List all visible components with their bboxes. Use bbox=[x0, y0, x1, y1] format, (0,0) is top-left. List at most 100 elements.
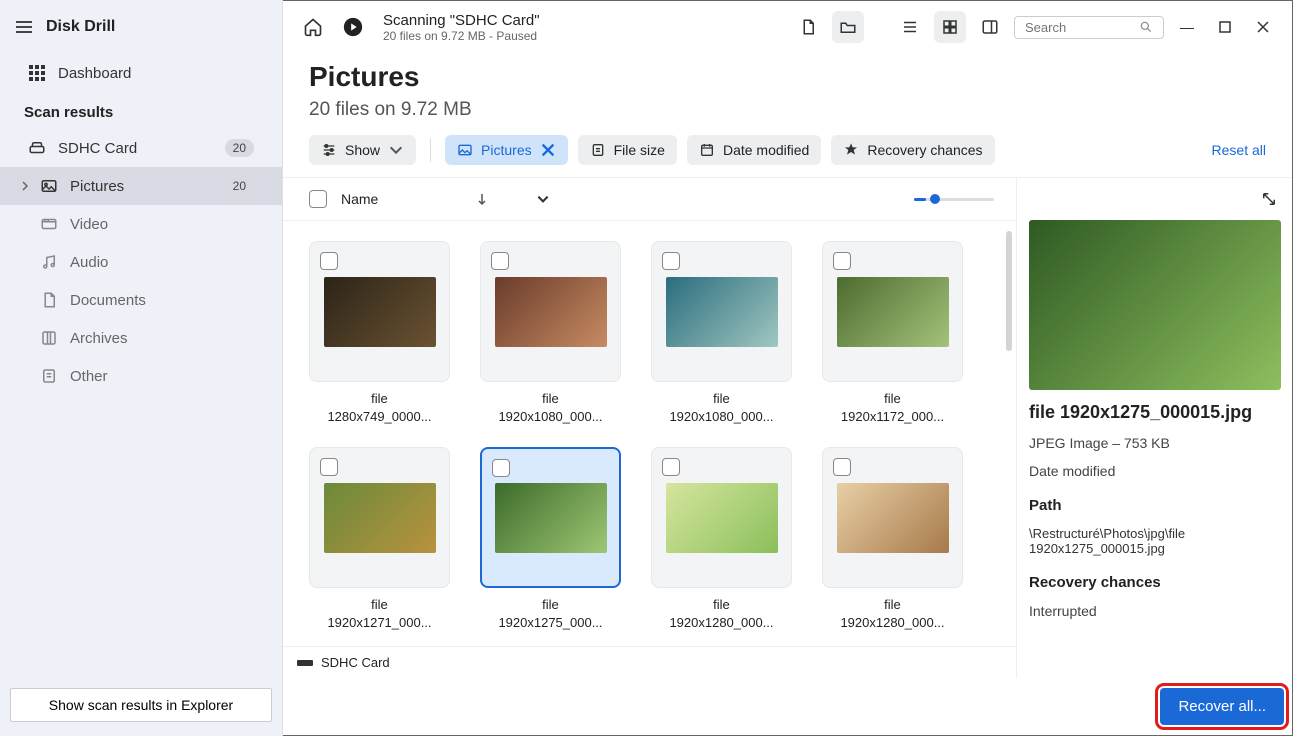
search-box[interactable] bbox=[1014, 16, 1164, 39]
preview-date-label: Date modified bbox=[1029, 463, 1282, 479]
search-input[interactable] bbox=[1025, 20, 1133, 35]
device-icon bbox=[297, 657, 313, 669]
chip-label: Date modified bbox=[723, 142, 809, 158]
main: Scanning "SDHC Card" 20 files on 9.72 MB… bbox=[283, 0, 1293, 736]
expand-icon[interactable] bbox=[1260, 190, 1278, 208]
file-name: file bbox=[542, 391, 559, 406]
other-icon bbox=[40, 367, 58, 385]
chevron-right-icon bbox=[20, 181, 30, 191]
status-title: Scanning "SDHC Card" bbox=[383, 12, 540, 29]
show-chip[interactable]: Show bbox=[309, 135, 416, 165]
zoom-slider[interactable] bbox=[914, 198, 994, 201]
thumbnail-image bbox=[666, 277, 778, 347]
grid-item[interactable]: file 1920x1080_000... bbox=[651, 241, 792, 425]
grid-item[interactable]: file1920x1280_000... bbox=[651, 447, 792, 631]
calendar-icon bbox=[699, 142, 715, 158]
document-icon bbox=[40, 291, 58, 309]
file-icon-button[interactable] bbox=[792, 11, 824, 43]
archive-icon bbox=[40, 329, 58, 347]
sidebar-item-other[interactable]: Other bbox=[0, 357, 282, 395]
status-subtitle: 20 files on 9.72 MB - Paused bbox=[383, 29, 540, 43]
sidebar: Disk Drill Dashboard Scan results SDHC C… bbox=[0, 0, 283, 736]
sidebar-item-pictures[interactable]: Pictures 20 bbox=[0, 167, 282, 205]
item-checkbox[interactable] bbox=[833, 458, 851, 476]
sidebar-item-video[interactable]: Video bbox=[0, 205, 282, 243]
close-button[interactable] bbox=[1248, 12, 1278, 42]
grid-item[interactable]: file1920x1280_000... bbox=[822, 447, 963, 631]
minimize-button[interactable]: — bbox=[1172, 12, 1202, 42]
chip-label: File size bbox=[614, 142, 665, 158]
menu-icon[interactable] bbox=[16, 21, 32, 33]
preview-panel: file 1920x1275_000015.jpg JPEG Image – 7… bbox=[1016, 178, 1292, 678]
thumbnail-image bbox=[837, 277, 949, 347]
file-name: 1280x749_0000... bbox=[327, 409, 431, 424]
grid-view-button[interactable] bbox=[934, 11, 966, 43]
scrollbar[interactable] bbox=[1006, 231, 1012, 351]
reset-all-link[interactable]: Reset all bbox=[1212, 142, 1266, 158]
grid-item[interactable]: file 1280x749_0000... bbox=[309, 241, 450, 425]
grid-item[interactable]: file1920x1080_000... bbox=[480, 241, 621, 425]
sidebar-item-label: Documents bbox=[70, 292, 146, 309]
file-name: 1920x1080_000... bbox=[669, 409, 773, 424]
folder-icon-button[interactable] bbox=[832, 11, 864, 43]
sidebar-item-documents[interactable]: Documents bbox=[0, 281, 282, 319]
sidebar-item-label: Audio bbox=[70, 254, 108, 271]
app-title: Disk Drill bbox=[46, 18, 115, 36]
file-name: file bbox=[371, 391, 388, 406]
item-checkbox[interactable] bbox=[833, 252, 851, 270]
sidebar-item-audio[interactable]: Audio bbox=[0, 243, 282, 281]
page-subtitle: 20 files on 9.72 MB bbox=[309, 99, 1266, 121]
item-checkbox[interactable] bbox=[662, 458, 680, 476]
sidebar-item-label: Video bbox=[70, 216, 108, 233]
device-label: SDHC Card bbox=[321, 655, 390, 670]
sidebar-item-archives[interactable]: Archives bbox=[0, 319, 282, 357]
item-checkbox[interactable] bbox=[320, 458, 338, 476]
maximize-button[interactable] bbox=[1210, 12, 1240, 42]
topbar: Scanning "SDHC Card" 20 files on 9.72 MB… bbox=[283, 1, 1292, 53]
select-all-checkbox[interactable] bbox=[309, 190, 327, 208]
grid-item[interactable]: file1920x1172_000... bbox=[822, 241, 963, 425]
preview-rc-label: Recovery chances bbox=[1029, 574, 1282, 591]
sidebar-item-dashboard[interactable]: Dashboard bbox=[0, 54, 282, 92]
item-checkbox[interactable] bbox=[491, 252, 509, 270]
picture-icon bbox=[457, 142, 473, 158]
show-explorer-button[interactable]: Show scan results in Explorer bbox=[10, 688, 272, 722]
file-name: file bbox=[713, 391, 730, 406]
sidebar-section-title: Scan results bbox=[0, 92, 282, 129]
recovery-chip[interactable]: Recovery chances bbox=[831, 135, 994, 165]
sidebar-item-label: Archives bbox=[70, 330, 128, 347]
preview-image bbox=[1029, 220, 1281, 390]
item-checkbox[interactable] bbox=[320, 252, 338, 270]
picture-icon bbox=[40, 177, 58, 195]
play-button[interactable] bbox=[337, 11, 369, 43]
home-button[interactable] bbox=[297, 11, 329, 43]
video-icon bbox=[40, 215, 58, 233]
search-icon bbox=[1139, 20, 1153, 34]
chip-label: Recovery chances bbox=[867, 142, 982, 158]
close-icon[interactable] bbox=[540, 142, 556, 158]
recover-all-button[interactable]: Recover all... bbox=[1160, 688, 1284, 725]
pictures-chip[interactable]: Pictures bbox=[445, 135, 568, 165]
thumbnail-image bbox=[837, 483, 949, 553]
preview-path: \Restructuré\Photos\jpg\file 1920x1275_0… bbox=[1029, 526, 1282, 556]
bottom-bar: Recover all... bbox=[283, 678, 1292, 735]
filesize-chip[interactable]: File size bbox=[578, 135, 677, 165]
grid-item[interactable]: file1920x1271_000... bbox=[309, 447, 450, 631]
thumbnail-image bbox=[324, 483, 436, 553]
grid-item[interactable]: file1920x1275_000... bbox=[480, 447, 621, 631]
item-checkbox[interactable] bbox=[492, 459, 510, 477]
sort-arrow-icon[interactable] bbox=[476, 192, 488, 206]
preview-filename: file 1920x1275_000015.jpg bbox=[1029, 402, 1282, 423]
preview-panel-button[interactable] bbox=[974, 11, 1006, 43]
sidebar-item-label: SDHC Card bbox=[58, 140, 137, 157]
list-view-button[interactable] bbox=[894, 11, 926, 43]
chevron-down-icon bbox=[388, 142, 404, 158]
date-chip[interactable]: Date modified bbox=[687, 135, 821, 165]
sidebar-item-label: Dashboard bbox=[58, 65, 131, 82]
sidebar-item-sdhc[interactable]: SDHC Card 20 bbox=[0, 129, 282, 167]
column-name[interactable]: Name bbox=[341, 191, 378, 207]
chevron-down-icon[interactable] bbox=[536, 192, 550, 206]
item-checkbox[interactable] bbox=[662, 252, 680, 270]
file-name: file bbox=[542, 597, 559, 612]
list-header: Name bbox=[283, 178, 1016, 221]
